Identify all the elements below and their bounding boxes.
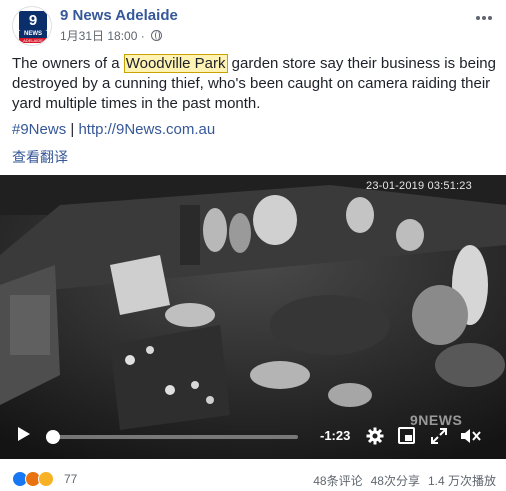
post-timestamp[interactable]: 1月31日 18:00 bbox=[60, 29, 137, 43]
see-translation-link[interactable]: 查看翻译 bbox=[12, 147, 68, 167]
avatar-logo-news: NEWS bbox=[19, 31, 47, 38]
avatar-logo-number: 9 bbox=[19, 11, 47, 31]
cctv-timestamp: 23-01-2019 03:51:23 bbox=[366, 180, 472, 192]
settings-icon[interactable] bbox=[366, 427, 384, 445]
video-player[interactable]: 23-01-2019 03:51:23 9NEWS -1:23 bbox=[0, 175, 506, 459]
external-link[interactable]: http://9News.com.au bbox=[78, 121, 215, 138]
post-text-highlight: Woodville Park bbox=[123, 54, 228, 73]
time-remaining: -1:23 bbox=[320, 428, 351, 443]
fullscreen-icon[interactable] bbox=[430, 427, 448, 445]
post-header: 9 NEWS ADELAIDE 9 News Adelaide 1月31日 18… bbox=[12, 6, 494, 46]
reaction-count[interactable]: 77 bbox=[64, 472, 77, 486]
shares-count[interactable]: 48次分享 bbox=[371, 472, 420, 489]
post-text-before: The owners of a bbox=[12, 55, 124, 72]
video-controls: -1:23 bbox=[0, 418, 506, 459]
more-icon bbox=[476, 16, 480, 20]
post-meta: 1月31日 18:00 · bbox=[60, 27, 163, 44]
more-options-button[interactable] bbox=[474, 10, 494, 26]
page-avatar[interactable]: 9 NEWS ADELAIDE bbox=[12, 6, 52, 46]
post-stats: 48条评论 48次分享 1.4 万次播放 bbox=[313, 472, 496, 489]
post-footer: 77 48条评论 48次分享 1.4 万次播放 bbox=[12, 470, 496, 488]
avatar-logo-city: ADELAIDE bbox=[19, 38, 47, 43]
play-icon[interactable] bbox=[18, 427, 30, 441]
comments-count[interactable]: 48条评论 bbox=[313, 472, 362, 489]
wow-reaction-icon bbox=[38, 471, 54, 487]
reaction-icons[interactable] bbox=[12, 470, 54, 488]
page-name-link[interactable]: 9 News Adelaide bbox=[60, 7, 178, 24]
link-separator: | bbox=[70, 121, 75, 138]
post-links: #9News | http://9News.com.au bbox=[12, 121, 215, 138]
plays-count: 1.4 万次播放 bbox=[427, 474, 496, 488]
progress-knob[interactable] bbox=[46, 430, 60, 444]
separator-dot: · bbox=[137, 29, 149, 43]
volume-icon[interactable] bbox=[460, 427, 482, 445]
progress-bar[interactable] bbox=[48, 435, 298, 439]
hashtag-link[interactable]: #9News bbox=[12, 121, 66, 138]
globe-icon bbox=[151, 30, 163, 41]
pip-icon[interactable] bbox=[398, 427, 415, 444]
post-body: The owners of a Woodville Park garden st… bbox=[12, 54, 496, 114]
